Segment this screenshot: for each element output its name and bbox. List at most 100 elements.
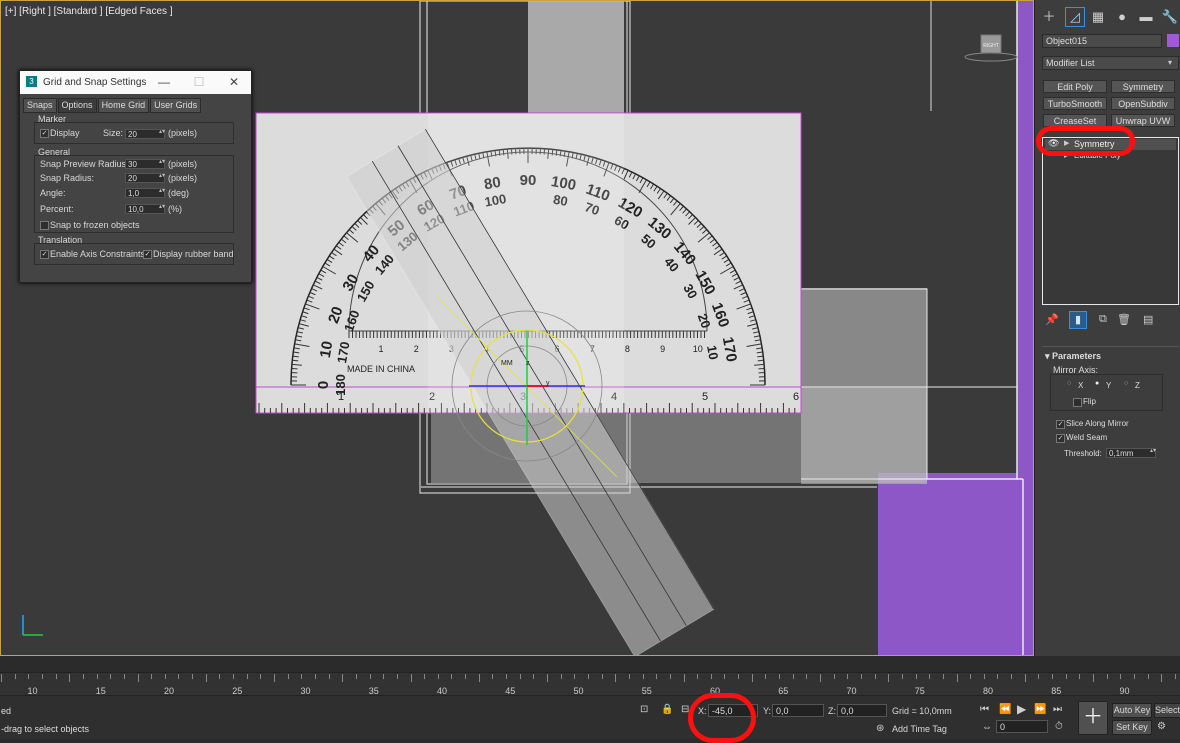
time-slider-icon[interactable]: ⇔ — [982, 722, 992, 733]
timeline-tick — [165, 674, 166, 679]
percent-spinner[interactable]: 10,0 — [125, 204, 165, 214]
timeline-label: 10 — [28, 686, 38, 696]
y-label: Y: — [763, 706, 771, 716]
timeline-tick — [411, 674, 412, 682]
y-coordinate-field[interactable]: 0,0 — [772, 704, 824, 717]
viewcube[interactable]: RIGHT — [965, 35, 1017, 61]
go-to-start-icon[interactable]: ⏮ — [980, 704, 989, 715]
radio-z[interactable]: ○ — [1124, 380, 1128, 387]
timeline-tick — [397, 674, 398, 679]
object-name-field[interactable]: Object015 — [1042, 34, 1162, 48]
next-frame-icon[interactable]: ⏩ — [1034, 704, 1046, 715]
tab-snaps[interactable]: Snaps — [23, 98, 57, 113]
viewport-label[interactable]: [+] [Right ] [Standard ] [Edged Faces ] — [5, 6, 173, 17]
timeline-tick — [260, 674, 261, 679]
timeline-label: 55 — [642, 686, 652, 696]
parameters-title-text: Parameters — [1052, 351, 1101, 361]
grid-snap-settings-dialog[interactable]: 3 Grid and Snap Settings — ☐ ✕ SnapsOpti… — [19, 70, 252, 283]
flip-checkbox[interactable] — [1073, 398, 1082, 407]
make-unique-icon[interactable]: ⧉ — [1099, 313, 1107, 326]
threshold-spinner[interactable]: 0,1mm — [1106, 448, 1156, 458]
modify-icon[interactable]: ◿ — [1065, 7, 1085, 27]
opensubdiv-button[interactable]: OpenSubdiv — [1111, 97, 1175, 110]
utilities-icon[interactable]: 🔧 — [1161, 8, 1179, 26]
weld-checkbox[interactable]: ✓ — [1056, 434, 1065, 443]
axis-constraints-label: Enable Axis Constraints — [50, 249, 145, 259]
go-to-end-icon[interactable]: ⏭ — [1053, 704, 1062, 715]
timeline-tick — [42, 674, 43, 679]
time-config-icon[interactable]: ⏱ — [1055, 721, 1063, 732]
object-color-swatch[interactable] — [1167, 34, 1179, 47]
time-tag-icon[interactable]: ⊛ — [876, 723, 884, 734]
command-panel: ＋ ◿ ▦ ● ▬ 🔧 Object015 Modifier List ▾ Ed… — [1034, 0, 1180, 656]
timeline-tick — [752, 674, 753, 682]
frozen-checkbox[interactable] — [40, 221, 49, 230]
snap-radius-spinner[interactable]: 20 — [125, 173, 165, 183]
size-unit: (pixels) — [168, 128, 197, 138]
timeline-tick — [765, 674, 766, 679]
timeline-tick — [315, 674, 316, 679]
snap-radius-label: Snap Radius: — [40, 173, 94, 183]
slice-checkbox[interactable]: ✓ — [1056, 420, 1065, 429]
z-coordinate-field[interactable]: 0,0 — [837, 704, 887, 717]
tab-options[interactable]: Options — [58, 98, 97, 113]
ruler-cm-number: 10 — [693, 344, 703, 354]
add-time-tag[interactable]: Add Time Tag — [892, 724, 947, 734]
auto-key-button[interactable]: Auto Key — [1112, 703, 1152, 718]
preview-radius-spinner[interactable]: 30 — [125, 159, 165, 169]
timeline-label: 15 — [96, 686, 106, 696]
display-checkbox[interactable]: ✓ — [40, 129, 49, 138]
timeline-tick — [451, 674, 452, 679]
symmetry-button[interactable]: Symmetry — [1111, 80, 1175, 93]
dialog-titlebar[interactable]: 3 Grid and Snap Settings — ☐ ✕ — [20, 71, 251, 94]
timeline-tick — [124, 674, 125, 679]
axis-constraints-checkbox[interactable]: ✓ — [40, 250, 49, 259]
motion-icon[interactable]: ● — [1113, 8, 1131, 26]
radio-y[interactable]: ● — [1095, 380, 1099, 387]
edit-poly-button[interactable]: Edit Poly — [1043, 80, 1107, 93]
rubber-band-checkbox[interactable]: ✓ — [143, 250, 152, 259]
timeline-tick — [588, 674, 589, 679]
selected-dropdown[interactable]: Selecte — [1154, 703, 1180, 718]
set-key-plus-icon[interactable]: ＋ — [1078, 701, 1108, 735]
ruler-inch-number: 6 — [793, 391, 799, 403]
maximize-icon[interactable]: ☐ — [190, 74, 208, 90]
close-icon[interactable]: ✕ — [225, 74, 243, 90]
display-icon[interactable]: ▬ — [1137, 8, 1155, 26]
angle-spinner[interactable]: 1,0 — [125, 188, 165, 198]
made-in-label: MADE IN CHINA — [347, 364, 415, 374]
create-icon[interactable]: ＋ — [1040, 8, 1058, 26]
timeline[interactable]: 1015202530354045505560657075808590 — [0, 672, 1180, 696]
tab-user-grids[interactable]: User Grids — [150, 98, 201, 113]
slice-label: Slice Along Mirror — [1066, 419, 1129, 428]
parameters-title[interactable]: ▾ Parameters — [1045, 351, 1101, 362]
timeline-tick — [247, 674, 248, 679]
tab-home-grid[interactable]: Home Grid — [98, 98, 150, 113]
modifier-stack[interactable]: 👁 ▶ Symmetry ▶ Editable Poly — [1042, 137, 1179, 305]
size-spinner[interactable]: 20 — [125, 129, 165, 139]
dialog-tabs: SnapsOptionsHome GridUser Grids — [23, 98, 202, 112]
set-key-button[interactable]: Set Key — [1112, 720, 1152, 735]
configure-sets-icon[interactable]: ▤ — [1143, 313, 1153, 326]
pin-stack-icon[interactable]: 📌 — [1045, 313, 1059, 326]
minimize-icon[interactable]: — — [155, 74, 173, 90]
key-filters-icon[interactable]: ⚙ — [1157, 721, 1166, 732]
turbosmooth-button[interactable]: TurboSmooth — [1043, 97, 1107, 110]
show-end-result-icon[interactable]: ▮ — [1069, 311, 1087, 329]
timeline-tick — [1161, 674, 1162, 682]
current-frame-field[interactable]: 0 — [996, 720, 1048, 733]
previous-frame-icon[interactable]: ⏪ — [999, 704, 1011, 715]
modifier-list-dropdown[interactable]: Modifier List — [1042, 56, 1179, 70]
hierarchy-icon[interactable]: ▦ — [1089, 8, 1107, 26]
timeline-tick — [206, 674, 207, 682]
timeline-tick — [738, 674, 739, 679]
isolate-selection-icon[interactable]: ⊡ — [640, 704, 648, 715]
remove-modifier-icon[interactable]: 🗑 — [1117, 313, 1131, 326]
chevron-down-icon: ▾ — [1168, 58, 1172, 67]
radio-x[interactable]: ○ — [1067, 380, 1071, 387]
timeline-tick — [1107, 674, 1108, 679]
timeline-tick — [888, 674, 889, 682]
play-icon[interactable]: ▶ — [1017, 702, 1026, 716]
angle-label: Angle: — [40, 188, 66, 198]
lock-selection-icon[interactable]: 🔒 — [661, 704, 673, 715]
